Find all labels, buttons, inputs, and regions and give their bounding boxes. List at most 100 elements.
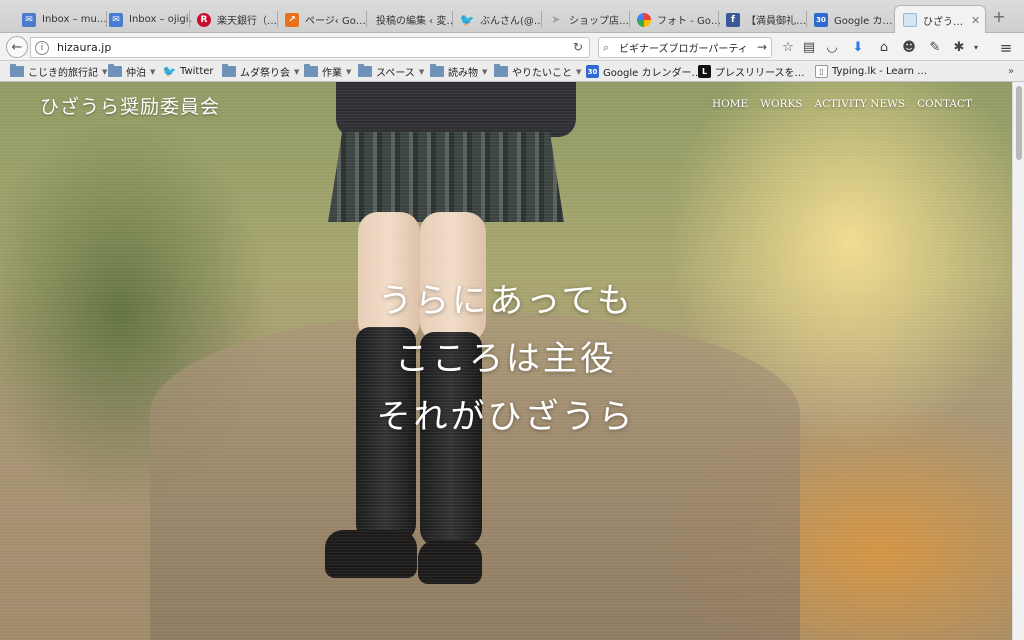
hero-line-3: それがひざうら: [376, 397, 636, 437]
tab-hizaura-active[interactable]: ひざう… ✕: [894, 5, 986, 34]
site-title[interactable]: ひざうら奨励委員会: [40, 92, 220, 119]
bookmark-folder-kojiki[interactable]: こじき的旅行記 ▼: [10, 64, 107, 79]
search-query[interactable]: ビギナーズブロガーパーティ: [619, 40, 749, 55]
bookmark-label: 読み物: [448, 68, 478, 79]
bookmark-twitter[interactable]: 🐦 Twitter: [163, 64, 214, 79]
photos-icon: [637, 12, 651, 27]
url-text[interactable]: hizaura.jp: [57, 41, 111, 54]
nav-activity-news-link[interactable]: ACTIVITY NEWS: [815, 98, 906, 110]
hero-line-2: こころは主役: [395, 339, 617, 379]
calendar-icon: 30: [586, 65, 599, 78]
extension-bug-icon[interactable]: ✱: [951, 40, 967, 56]
tab-label: 【満員御礼…: [746, 16, 806, 27]
reading-list-icon[interactable]: ▤: [801, 40, 817, 56]
gmail-icon: ✉: [109, 12, 123, 27]
bookmark-folder-nakadomari[interactable]: 仲泊 ▼: [108, 64, 155, 79]
new-tab-button[interactable]: +: [991, 9, 1007, 27]
tab-post-edit[interactable]: 投稿の編集 ‹ 変…: [368, 6, 454, 33]
tab-label: 投稿の編集 ‹ 変…: [376, 16, 454, 27]
page-icon: ▯: [815, 65, 828, 78]
tab-inbox-ojigi[interactable]: ✉ Inbox – ojigi…: [101, 6, 193, 33]
chevron-down-icon: ▼: [482, 67, 488, 76]
reload-icon[interactable]: ↻: [573, 40, 583, 54]
bookmark-typing[interactable]: ▯ Typing.lk - Learn …: [815, 64, 927, 79]
calendar-icon: 30: [814, 12, 828, 27]
address-bar[interactable]: i hizaura.jp ↻: [30, 37, 590, 58]
l-logo-icon: L: [698, 65, 711, 78]
tab-label: Inbox – ojigi…: [129, 14, 193, 25]
scrollbar-thumb[interactable]: [1016, 86, 1022, 160]
search-icon: ⌕: [603, 40, 610, 54]
twitter-icon: 🐦: [459, 12, 475, 27]
chevron-down-icon: ▼: [150, 67, 156, 76]
nav-contact-link[interactable]: CONTACT: [917, 98, 972, 110]
tab-label: Google カ…: [834, 16, 893, 27]
web-page: ひざうら奨励委員会 HOME WORKS ACTIVITY NEWS CONTA…: [0, 82, 1012, 640]
menu-icon[interactable]: ≡: [998, 40, 1014, 56]
bookmark-label: スペース: [376, 68, 415, 79]
tab-strip: ✉ Inbox – mu… ✉ Inbox – ojigi… R 楽天銀行（… …: [0, 0, 1024, 34]
search-bar[interactable]: ⌕ ビギナーズブロガーパーティ →: [598, 37, 772, 58]
tab-photos[interactable]: フォト - Go…: [629, 6, 721, 33]
bookmark-label: Google カレンダー…: [603, 68, 702, 79]
rakuten-icon: R: [197, 12, 211, 27]
bookmark-press-release[interactable]: L プレスリリースを…: [698, 64, 805, 79]
tab-label: 楽天銀行（…: [217, 16, 277, 27]
bookmark-google-calendar[interactable]: 30 Google カレンダー…: [586, 64, 701, 79]
hero-line-1: うらにあっても: [378, 281, 634, 321]
analytics-icon: ↗: [285, 12, 299, 27]
folder-icon: [108, 64, 122, 77]
chevron-down-icon: ▼: [102, 67, 108, 76]
folder-icon: [304, 64, 318, 77]
tab-rakuten[interactable]: R 楽天銀行（…: [189, 6, 279, 33]
bookmark-folder-sagyo[interactable]: 作業 ▼: [304, 64, 351, 79]
folder-icon: [494, 64, 508, 77]
bookmark-label: プレスリリースを…: [715, 68, 805, 79]
bookmark-folder-space[interactable]: スペース ▼: [358, 64, 424, 79]
bookmark-label: やりたいこと: [512, 68, 572, 79]
bookmark-label: 仲泊: [126, 68, 146, 79]
extension-icon[interactable]: ✎: [927, 40, 943, 56]
bookmark-folder-yomimono[interactable]: 読み物 ▼: [430, 64, 487, 79]
tab-facebook[interactable]: f 【満員御礼…: [718, 6, 810, 33]
arrow-left-icon: ←: [11, 39, 23, 55]
bookmarks-bar: こじき的旅行記 ▼ 仲泊 ▼ 🐦 Twitter ムダ祭り会 ▼ 作業 ▼ スペース ▼ 読…: [0, 61, 1024, 82]
search-go-icon[interactable]: →: [757, 40, 767, 54]
tab-analytics[interactable]: ↗ ページ‹ Go…: [277, 6, 369, 33]
gmail-icon: ✉: [22, 12, 36, 27]
download-icon[interactable]: ⬇: [850, 40, 866, 56]
chevron-down-icon: ▼: [576, 67, 582, 76]
tab-label: ページ‹ Go…: [305, 16, 366, 27]
pocket-icon[interactable]: ◡: [824, 40, 840, 56]
tab-twitter[interactable]: 🐦 ぶんさん(@…: [452, 6, 542, 33]
smiley-icon[interactable]: ☻: [901, 40, 917, 56]
browser-window: ✉ Inbox – mu… ✉ Inbox – ojigi… R 楽天銀行（… …: [0, 0, 1024, 640]
chevron-down-icon: ▼: [418, 67, 425, 76]
close-tab-icon[interactable]: ✕: [971, 14, 980, 27]
tab-shop[interactable]: ➤ ショップ店…: [541, 6, 631, 33]
home-icon[interactable]: ⌂: [876, 40, 892, 56]
page-scrollbar[interactable]: [1012, 82, 1024, 640]
folder-icon: [10, 64, 24, 77]
tab-google-calendar[interactable]: 30 Google カ…: [806, 6, 896, 33]
nav-home-link[interactable]: HOME: [712, 98, 748, 110]
site-navigation: HOME WORKS ACTIVITY NEWS CONTACT: [712, 98, 972, 110]
folder-icon: [358, 64, 372, 77]
bookmarks-overflow-icon[interactable]: »: [1008, 64, 1014, 79]
bookmark-star-icon[interactable]: ☆: [780, 40, 796, 56]
bookmark-folder-muda[interactable]: ムダ祭り会 ▼: [222, 64, 299, 79]
folder-icon: [222, 64, 236, 77]
tab-label: ひざう…: [923, 16, 963, 28]
chevron-down-icon[interactable]: ▾: [968, 40, 984, 56]
bookmark-label: 作業: [322, 68, 342, 79]
bookmark-label: ムダ祭り会: [240, 68, 290, 79]
bookmark-folder-yaritai[interactable]: やりたいこと ▼: [494, 64, 581, 79]
tab-label: フォト - Go…: [657, 16, 721, 27]
facebook-icon: f: [726, 12, 740, 27]
tab-label: ぶんさん(@…: [480, 16, 542, 27]
folder-icon: [430, 64, 444, 77]
back-button[interactable]: ←: [6, 36, 28, 58]
nav-works-link[interactable]: WORKS: [760, 98, 802, 110]
tab-inbox-mu[interactable]: ✉ Inbox – mu…: [14, 6, 106, 33]
info-icon[interactable]: i: [35, 40, 49, 55]
